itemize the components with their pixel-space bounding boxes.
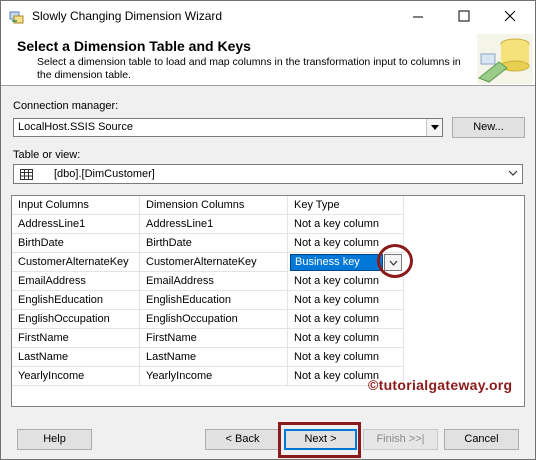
input-column-cell: LastName	[12, 348, 140, 367]
connection-manager-select[interactable]: LocalHost.SSIS Source	[13, 118, 443, 137]
header-key-type[interactable]: Key Type	[288, 196, 404, 215]
minimize-button[interactable]	[395, 1, 441, 32]
table-row[interactable]: AddressLine1 AddressLine1 Not a key colu…	[12, 215, 404, 234]
table-row-selected[interactable]: CustomerAlternateKey CustomerAlternateKe…	[12, 253, 404, 272]
table-row[interactable]: FirstName FirstName Not a key column	[12, 329, 404, 348]
annotation-highlight-box	[278, 422, 361, 458]
new-connection-button[interactable]: New...	[452, 117, 525, 138]
dimension-column-cell: EnglishEducation	[140, 291, 288, 310]
back-button[interactable]: < Back	[205, 429, 280, 450]
maximize-icon	[458, 10, 470, 22]
input-column-cell: YearlyIncome	[12, 367, 140, 386]
title-bar: Slowly Changing Dimension Wizard	[1, 1, 535, 32]
table-view-label: Table or view:	[13, 149, 81, 161]
input-column-cell: FirstName	[12, 329, 140, 348]
dimension-column-cell: AddressLine1	[140, 215, 288, 234]
page-title: Select a Dimension Table and Keys	[17, 38, 251, 54]
input-column-cell: EnglishOccupation	[12, 310, 140, 329]
dimension-column-cell: FirstName	[140, 329, 288, 348]
header-input-columns[interactable]: Input Columns	[12, 196, 140, 215]
table-row[interactable]: YearlyIncome YearlyIncome Not a key colu…	[12, 367, 404, 386]
cancel-button[interactable]: Cancel	[444, 429, 519, 450]
triangle-down-icon	[431, 125, 439, 130]
key-type-cell[interactable]: Not a key column	[288, 310, 404, 329]
ssis-app-icon	[9, 11, 24, 24]
grid-header-row: Input Columns Dimension Columns Key Type	[12, 196, 404, 215]
key-type-cell[interactable]: Not a key column	[288, 348, 404, 367]
key-type-selected-value: Business key	[290, 254, 383, 271]
input-column-cell: BirthDate	[12, 234, 140, 253]
page-description: Select a dimension table to load and map…	[37, 56, 461, 81]
chevron-down-icon	[508, 170, 518, 176]
table-view-value: [dbo].[DimCustomer]	[54, 168, 155, 180]
table-icon	[20, 169, 33, 180]
input-column-cell: EmailAddress	[12, 272, 140, 291]
annotation-circle	[377, 244, 413, 278]
key-type-cell[interactable]: Not a key column	[288, 215, 404, 234]
table-row[interactable]: LastName LastName Not a key column	[12, 348, 404, 367]
connection-dropdown-button[interactable]	[426, 119, 442, 136]
finish-button[interactable]: Finish >>|	[363, 429, 438, 450]
dimension-column-cell: CustomerAlternateKey	[140, 253, 288, 272]
input-column-cell: EnglishEducation	[12, 291, 140, 310]
input-column-cell: AddressLine1	[12, 215, 140, 234]
table-row[interactable]: EmailAddress EmailAddress Not a key colu…	[12, 272, 404, 291]
table-row[interactable]: EnglishOccupation EnglishOccupation Not …	[12, 310, 404, 329]
close-icon	[504, 10, 516, 22]
table-row[interactable]: BirthDate BirthDate Not a key column	[12, 234, 404, 253]
dimension-column-cell: LastName	[140, 348, 288, 367]
table-row[interactable]: EnglishEducation EnglishEducation Not a …	[12, 291, 404, 310]
minimize-icon	[413, 16, 423, 18]
dimension-column-cell: BirthDate	[140, 234, 288, 253]
header-dimension-columns[interactable]: Dimension Columns	[140, 196, 288, 215]
column-mapping-grid: Input Columns Dimension Columns Key Type…	[11, 195, 525, 407]
maximize-button[interactable]	[441, 1, 487, 32]
wizard-header: Select a Dimension Table and Keys Select…	[1, 32, 535, 86]
dimension-column-cell: EmailAddress	[140, 272, 288, 291]
connection-manager-label: Connection manager:	[13, 100, 119, 112]
wizard-window: Slowly Changing Dimension Wizard Select …	[0, 0, 536, 460]
dimension-column-cell: YearlyIncome	[140, 367, 288, 386]
table-view-select[interactable]: [dbo].[DimCustomer]	[13, 164, 523, 184]
connection-manager-value: LocalHost.SSIS Source	[18, 121, 133, 133]
dimension-column-cell: EnglishOccupation	[140, 310, 288, 329]
close-button[interactable]	[487, 1, 533, 32]
key-type-cell[interactable]: Not a key column	[288, 329, 404, 348]
input-column-cell: CustomerAlternateKey	[12, 253, 140, 272]
key-type-cell[interactable]: Not a key column	[288, 291, 404, 310]
help-button[interactable]: Help	[17, 429, 92, 450]
wizard-banner-graphic	[477, 34, 533, 84]
window-title: Slowly Changing Dimension Wizard	[32, 9, 223, 23]
watermark-text: ©tutorialgateway.org	[368, 377, 513, 393]
